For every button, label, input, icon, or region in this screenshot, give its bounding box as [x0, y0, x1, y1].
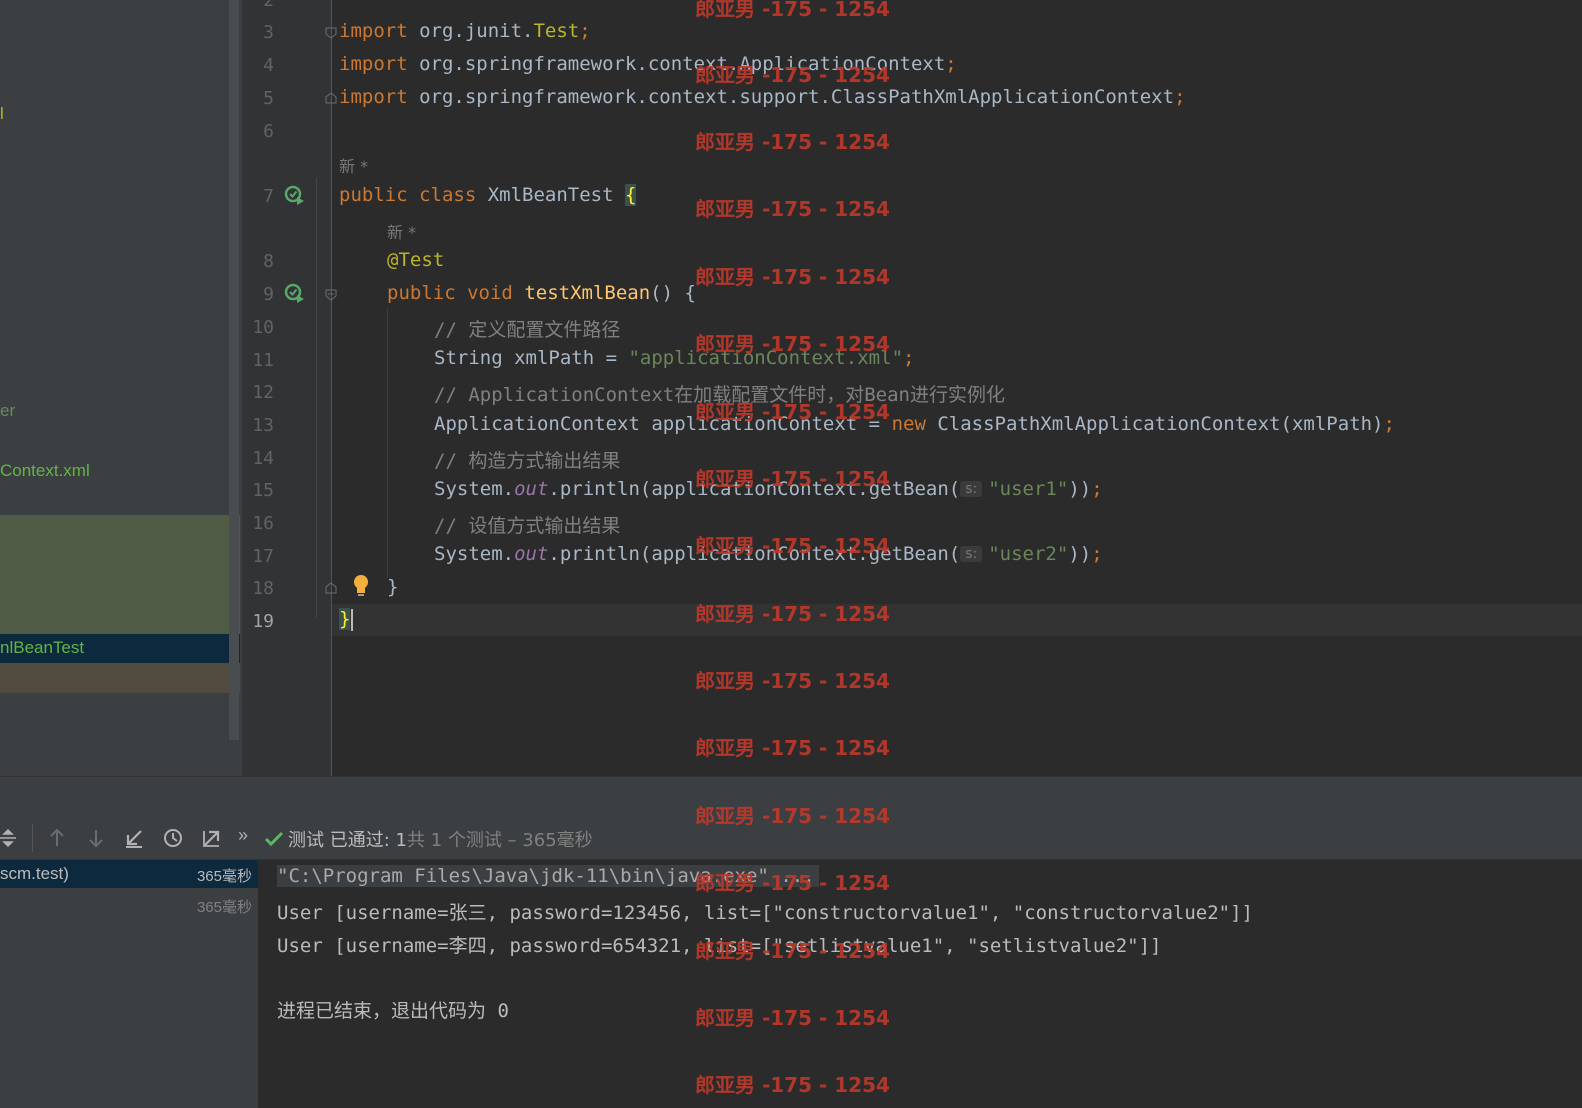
line-number: 12: [252, 382, 274, 403]
code-line-16[interactable]: // 设值方式输出结果: [434, 511, 620, 538]
line-number: 7: [263, 186, 274, 207]
toolbar-separator: [32, 824, 33, 852]
code-line-4[interactable]: import org.springframework.context.Appli…: [339, 53, 957, 75]
indent-guide: [387, 308, 388, 578]
code-line-14[interactable]: // 构造方式输出结果: [434, 446, 620, 473]
console-line-exit: 进程已结束，退出代码为 0: [277, 1000, 509, 1022]
line-number: 10: [252, 317, 274, 338]
line-number: 16: [252, 513, 274, 534]
author-hint[interactable]: 新 *: [387, 219, 416, 243]
run-test-method-icon[interactable]: [284, 282, 306, 304]
line-number: 13: [252, 415, 274, 436]
code-line-7[interactable]: public class XmlBeanTest {: [339, 184, 637, 206]
run-toolbar: » 测试 已通过: 1共 1 个测试 – 365毫秒: [0, 816, 1582, 860]
indent-guide: [316, 178, 317, 618]
project-panel: l er Context.xml nlBeanTest: [0, 0, 242, 776]
test-results-tree: scm.test) 365毫秒 365毫秒: [0, 860, 258, 1108]
test-status-detail: 共 1 个测试 – 365毫秒: [406, 830, 593, 851]
line-number: 2: [263, 0, 274, 11]
test-status-passed: 测试 已通过: 1: [288, 830, 407, 851]
fold-icon[interactable]: [325, 92, 337, 104]
gutter-separator: [331, 0, 332, 776]
project-tree-item[interactable]: l: [0, 104, 4, 124]
test-tree-row[interactable]: 365毫秒: [0, 891, 258, 919]
code-line-5[interactable]: import org.springframework.context.suppo…: [339, 86, 1186, 108]
code-line-11[interactable]: String xmlPath = "applicationContext.xml…: [434, 347, 914, 369]
code-editor[interactable]: 2 3 4 5 6 7 8 9 10 11 12 13 14 15 16 17 …: [242, 0, 1582, 776]
test-history-icon[interactable]: [162, 827, 184, 849]
test-status: 测试 已通过: 1共 1 个测试 – 365毫秒: [264, 826, 593, 852]
lightbulb-icon[interactable]: [350, 573, 372, 599]
export-tests-icon[interactable]: [201, 827, 223, 849]
line-number: 5: [263, 88, 274, 109]
code-line-9[interactable]: public void testXmlBean() {: [387, 282, 696, 304]
line-number: 6: [263, 121, 274, 142]
console-output[interactable]: "C:\Program Files\Java\jdk-11\bin\java.e…: [258, 860, 1582, 1108]
project-tree-item-xmlbeantest[interactable]: nlBeanTest: [0, 638, 84, 658]
current-line-highlight: [332, 604, 1582, 636]
parameter-hint: s:: [960, 546, 983, 562]
line-number: 11: [252, 350, 274, 371]
collapse-all-icon[interactable]: [0, 827, 20, 849]
line-number: 15: [252, 480, 274, 501]
line-number-current: 19: [252, 611, 274, 632]
line-number: 14: [252, 448, 274, 469]
fold-icon[interactable]: [325, 289, 337, 301]
author-hint[interactable]: 新 *: [339, 153, 368, 177]
line-number: 17: [252, 546, 274, 567]
code-line-3[interactable]: import org.junit.Test;: [339, 20, 591, 42]
check-icon: [264, 831, 284, 847]
line-number: 18: [252, 578, 274, 599]
project-tree-highlight: [0, 515, 240, 634]
test-tree-row-selected[interactable]: scm.test) 365毫秒: [0, 860, 258, 888]
test-duration: 365毫秒: [196, 868, 252, 885]
project-scrollbar[interactable]: [229, 0, 239, 740]
code-line-13[interactable]: ApplicationContext applicationContext = …: [434, 413, 1395, 435]
code-line-8[interactable]: @Test: [387, 249, 444, 271]
import-tests-icon[interactable]: [123, 827, 145, 849]
text-caret: [351, 608, 354, 631]
code-line-18[interactable]: }: [387, 576, 398, 598]
line-number: 4: [263, 55, 274, 76]
project-tree-item-context-xml[interactable]: Context.xml: [0, 461, 90, 481]
test-tree-label: scm.test): [0, 864, 69, 883]
console-line-command: "C:\Program Files\Java\jdk-11\bin\java.e…: [277, 865, 819, 887]
more-actions-button[interactable]: »: [238, 825, 248, 846]
code-line-15[interactable]: System.out.println(applicationContext.ge…: [434, 478, 1103, 500]
arrow-up-icon[interactable]: [46, 827, 68, 849]
test-duration: 365毫秒: [196, 899, 252, 916]
project-tree-row[interactable]: [0, 663, 240, 693]
code-line-10[interactable]: // 定义配置文件路径: [434, 315, 620, 342]
line-number: 8: [263, 251, 274, 272]
parameter-hint: s:: [960, 481, 983, 497]
line-number: 9: [263, 284, 274, 305]
arrow-down-icon[interactable]: [85, 827, 107, 849]
run-test-class-icon[interactable]: [284, 184, 306, 206]
code-line-19[interactable]: }: [339, 608, 354, 631]
line-number: 3: [263, 22, 274, 43]
code-line-12[interactable]: // ApplicationContext在加载配置文件时，对Bean进行实例化: [434, 380, 1005, 407]
code-line-17[interactable]: System.out.println(applicationContext.ge…: [434, 543, 1103, 565]
fold-icon[interactable]: [325, 27, 337, 39]
console-line: User [username=李四, password=654321, list…: [277, 935, 1162, 957]
project-tree-item[interactable]: er: [0, 401, 15, 421]
panel-tab-strip: [0, 776, 1582, 817]
console-line: User [username=张三, password=123456, list…: [277, 902, 1253, 924]
fold-icon[interactable]: [325, 582, 337, 594]
